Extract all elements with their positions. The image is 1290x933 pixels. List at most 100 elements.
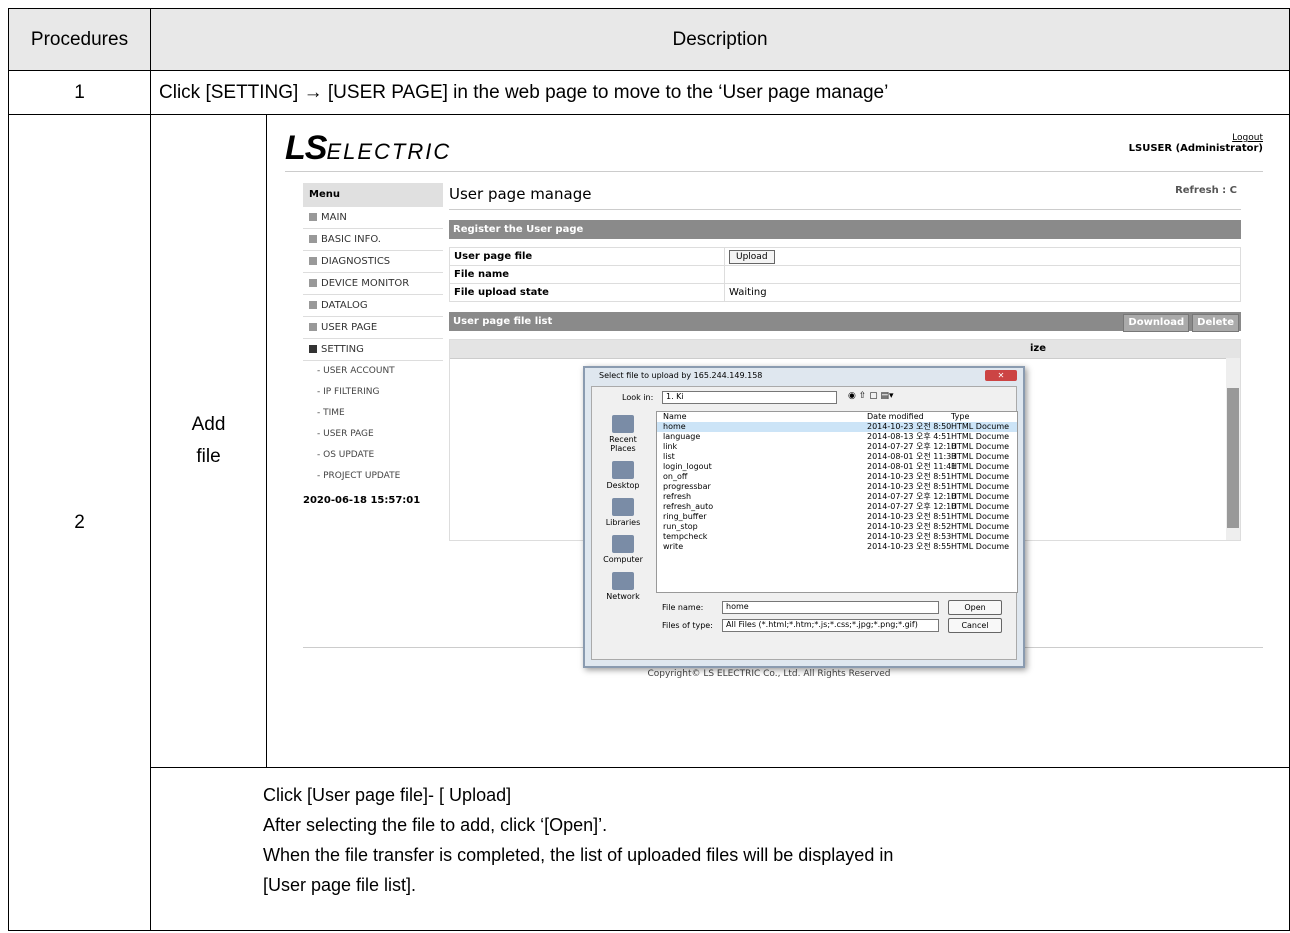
cancel-button[interactable]: Cancel bbox=[948, 618, 1002, 633]
submenu-time[interactable]: - TIME bbox=[303, 403, 443, 424]
bullet-icon bbox=[309, 257, 317, 265]
refresh-button[interactable]: Refresh : C bbox=[1175, 185, 1237, 196]
menu-item-setting[interactable]: SETTING bbox=[303, 339, 443, 361]
list-item[interactable]: refresh 2014-07-27 오후 12:10 HTML Docume bbox=[657, 492, 1017, 502]
network-icon bbox=[612, 572, 634, 590]
dialog-body: Look in: 1. Ki ◉ ⇧ ▢ ▤▾ Recent Places De… bbox=[591, 386, 1018, 660]
bullet-icon bbox=[309, 213, 317, 221]
file-name-input[interactable]: home bbox=[722, 601, 939, 614]
list-item[interactable]: list 2014-08-01 오전 11:33 HTML Docume bbox=[657, 452, 1017, 462]
dialog-title: Select file to upload by 165.244.149.158 bbox=[599, 371, 763, 380]
procedures-header: Procedures bbox=[8, 8, 151, 71]
bullet-icon bbox=[309, 279, 317, 287]
list-item[interactable]: tempcheck 2014-10-23 오전 8:53 HTML Docume bbox=[657, 532, 1017, 542]
step-1-text: Click [SETTING] → [USER PAGE] in the web… bbox=[150, 70, 1290, 115]
submenu-user-account[interactable]: - USER ACCOUNT bbox=[303, 361, 443, 382]
list-item[interactable]: link 2014-07-27 오후 12:10 HTML Docume bbox=[657, 442, 1017, 452]
dialog-file-list: Name Date modified Type home 2014-10-23 오전 … bbox=[656, 411, 1018, 593]
step-2-description: Click [User page file]- [ Upload] After … bbox=[150, 767, 1290, 931]
desktop-icon bbox=[612, 461, 634, 479]
register-bar: Register the User page bbox=[449, 220, 1241, 239]
step-2-label: Add file bbox=[150, 114, 267, 768]
list-item[interactable]: on_off 2014-10-23 오전 8:51 HTML Docume bbox=[657, 472, 1017, 482]
computer-icon bbox=[612, 535, 634, 553]
look-in-label: Look in: bbox=[622, 393, 654, 402]
page-title: User page manage bbox=[449, 183, 1241, 210]
desc-line-2: After selecting the file to add, click ‘… bbox=[263, 815, 608, 835]
list-item[interactable]: ring_buffer 2014-10-23 오전 8:51 HTML Docume bbox=[657, 512, 1017, 522]
step-2-number: 2 bbox=[8, 114, 151, 931]
places-bar: Recent Places Desktop Libraries Computer… bbox=[598, 415, 648, 609]
place-libraries[interactable]: Libraries bbox=[598, 498, 648, 527]
datetime: 2020-06-18 15:57:01 bbox=[303, 495, 421, 506]
desc-line-1: Click [User page file]- [ Upload] bbox=[263, 785, 512, 805]
menu-item-basic-info[interactable]: BASIC INFO. bbox=[303, 229, 443, 251]
download-button[interactable]: Download bbox=[1123, 314, 1190, 332]
place-desktop[interactable]: Desktop bbox=[598, 461, 648, 490]
list-item[interactable]: write 2014-10-23 오전 8:55 HTML Docume bbox=[657, 542, 1017, 552]
side-menu: Menu MAIN BASIC INFO. DIAGNOSTICS DEVICE… bbox=[303, 183, 443, 506]
list-item[interactable]: progressbar 2014-10-23 오전 8:51 HTML Docume bbox=[657, 482, 1017, 492]
desc-line-4: [User page file list]. bbox=[263, 875, 417, 895]
file-open-dialog: Select file to upload by 165.244.149.158… bbox=[583, 366, 1025, 668]
bullet-icon bbox=[309, 345, 317, 353]
register-form: User page file Upload File name File upl… bbox=[449, 247, 1241, 302]
user-info: Logout LSUSER (Administrator) bbox=[1129, 133, 1263, 154]
file-list-scrollbar[interactable] bbox=[1226, 358, 1240, 540]
submenu-ip-filtering[interactable]: - IP FILTERING bbox=[303, 382, 443, 403]
label-file: file bbox=[196, 446, 221, 467]
menu-item-diagnostics[interactable]: DIAGNOSTICS bbox=[303, 251, 443, 273]
dialog-file-header: Name Date modified Type bbox=[663, 412, 970, 421]
menu-item-user-page[interactable]: USER PAGE bbox=[303, 317, 443, 339]
file-type-label: Files of type: bbox=[662, 621, 713, 630]
step-1-number: 1 bbox=[8, 70, 151, 115]
list-item[interactable]: refresh_auto 2014-07-27 오후 12:10 HTML Docu… bbox=[657, 502, 1017, 512]
procedure-table: Procedures Description 1 Click [SETTING]… bbox=[8, 8, 1290, 931]
list-item[interactable]: language 2014-08-13 오후 4:51 HTML Docume bbox=[657, 432, 1017, 442]
desc-line-3: When the file transfer is completed, the… bbox=[263, 845, 894, 865]
list-item[interactable]: login_logout 2014-08-01 오전 11:41 HTML Docu… bbox=[657, 462, 1017, 472]
user-page-file-label: User page file bbox=[449, 247, 725, 266]
file-name-value bbox=[724, 265, 1241, 284]
file-name-label: File name bbox=[449, 265, 725, 284]
menu-item-datalog[interactable]: DATALOG bbox=[303, 295, 443, 317]
submenu-user-page[interactable]: - USER PAGE bbox=[303, 424, 443, 445]
scrollbar-thumb[interactable] bbox=[1227, 388, 1239, 528]
list-item[interactable]: run_stop 2014-10-23 오전 8:52 HTML Docume bbox=[657, 522, 1017, 532]
upload-cell: Upload bbox=[724, 247, 1241, 266]
list-item[interactable]: home 2014-10-23 오전 8:50 HTML Docume bbox=[657, 422, 1017, 432]
bullet-icon bbox=[309, 235, 317, 243]
submenu-project-update[interactable]: - PROJECT UPDATE bbox=[303, 466, 443, 487]
submenu-os-update[interactable]: - OS UPDATE bbox=[303, 445, 443, 466]
delete-button[interactable]: Delete bbox=[1192, 314, 1239, 332]
upload-button[interactable]: Upload bbox=[729, 250, 775, 264]
description-header: Description bbox=[150, 8, 1290, 71]
size-column-header: ize bbox=[1030, 343, 1047, 354]
look-in-select[interactable]: 1. Ki bbox=[662, 391, 837, 404]
place-recent[interactable]: Recent Places bbox=[598, 415, 648, 453]
header-divider bbox=[285, 171, 1263, 172]
open-button[interactable]: Open bbox=[948, 600, 1002, 615]
upload-state-value: Waiting bbox=[724, 283, 1241, 302]
bullet-icon bbox=[309, 301, 317, 309]
menu-item-main[interactable]: MAIN bbox=[303, 207, 443, 229]
file-type-select[interactable]: All Files (*.html;*.htm;*.js;*.css;*.jpg… bbox=[722, 619, 939, 632]
label-add: Add bbox=[191, 414, 226, 435]
ls-electric-logo: LSELECTRIC bbox=[285, 129, 452, 167]
logout-link[interactable]: Logout bbox=[1129, 133, 1263, 143]
bullet-icon bbox=[309, 323, 317, 331]
user-name: LSUSER (Administrator) bbox=[1128, 143, 1263, 154]
recent-places-icon bbox=[612, 415, 634, 433]
file-list-bar: User page file list Download Delete bbox=[449, 312, 1241, 332]
menu-item-device-monitor[interactable]: DEVICE MONITOR bbox=[303, 273, 443, 295]
file-name-label: File name: bbox=[662, 603, 704, 612]
close-icon[interactable]: ✕ bbox=[985, 370, 1017, 381]
place-computer[interactable]: Computer bbox=[598, 535, 648, 564]
screenshot-cell: LSELECTRIC Logout LSUSER (Administrator)… bbox=[266, 114, 1290, 768]
dialog-toolbar-icons[interactable]: ◉ ⇧ ▢ ▤▾ bbox=[848, 391, 894, 401]
file-upload-state-label: File upload state bbox=[449, 283, 725, 302]
libraries-icon bbox=[612, 498, 634, 516]
copyright: Copyright© LS ELECTRIC Co., Ltd. All Rig… bbox=[647, 669, 891, 679]
file-list-header: ize bbox=[450, 340, 1240, 359]
place-network[interactable]: Network bbox=[598, 572, 648, 601]
